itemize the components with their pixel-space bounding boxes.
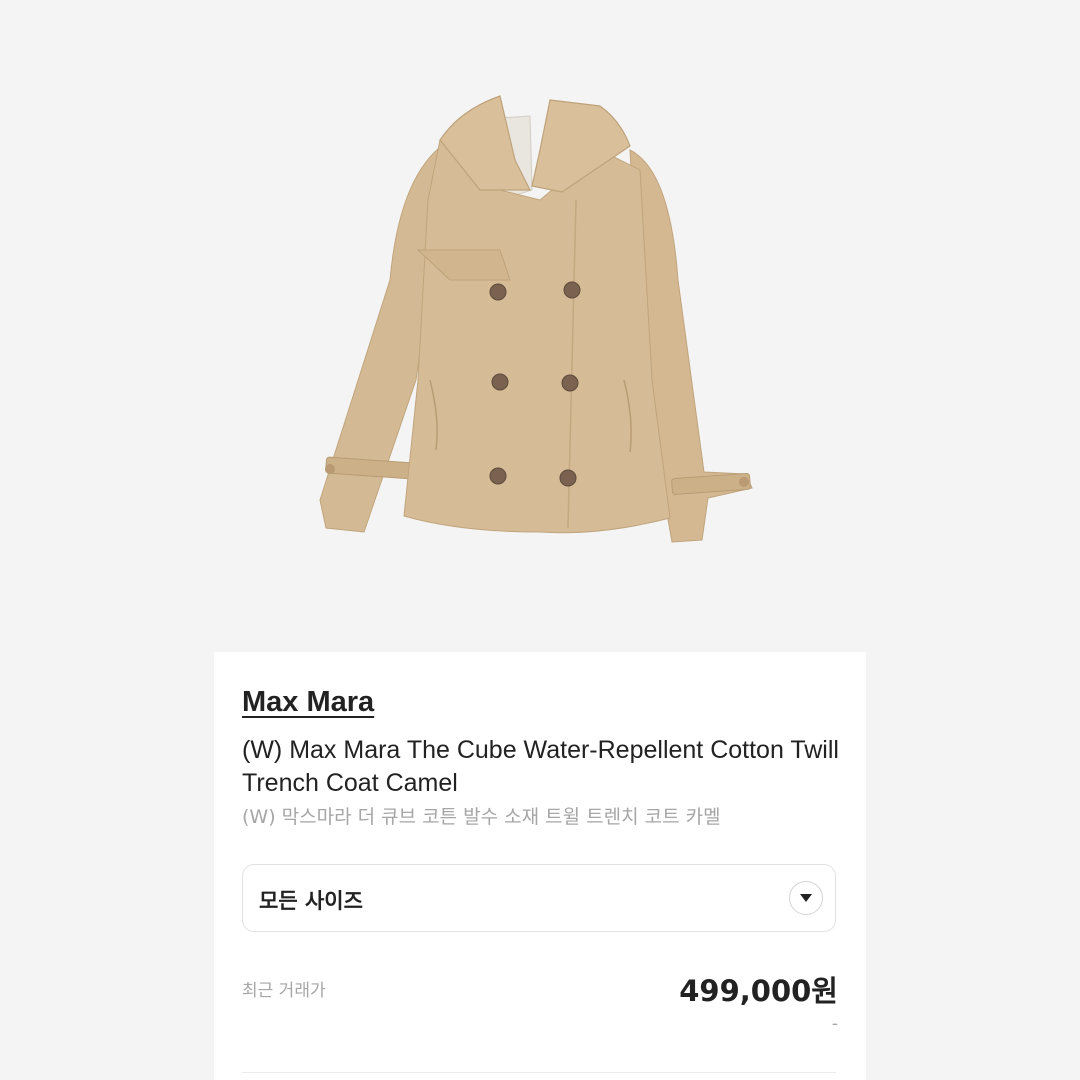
trench-coat-image[interactable] bbox=[300, 80, 780, 560]
size-selector-value: 모든 사이즈 bbox=[259, 889, 363, 913]
divider bbox=[242, 1072, 836, 1073]
product-image-area bbox=[0, 0, 1080, 652]
recent-price-value: 499,000원 bbox=[679, 974, 838, 1008]
chevron-down-icon[interactable] bbox=[789, 881, 823, 915]
brand-link[interactable]: Max Mara bbox=[242, 686, 374, 719]
price-change: - bbox=[831, 1014, 838, 1034]
product-info-card: Max Mara (W) Max Mara The Cube Water-Rep… bbox=[214, 652, 866, 1080]
size-selector[interactable]: 모든 사이즈 bbox=[242, 864, 836, 932]
recent-price-label: 최근 거래가 bbox=[242, 981, 326, 1001]
product-name-ko: (W) 막스마라 더 큐브 코튼 발수 소재 트윌 트렌치 코트 카멜 bbox=[242, 806, 721, 828]
product-name-en: (W) Max Mara The Cube Water-Repellent Co… bbox=[242, 736, 839, 797]
